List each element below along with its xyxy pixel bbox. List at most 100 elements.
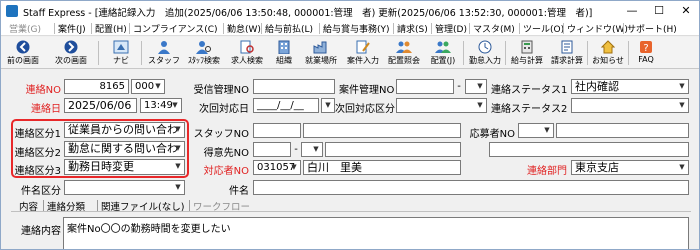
chevron-down-icon: ▼ xyxy=(313,145,319,153)
chevron-down-icon: ▼ xyxy=(325,101,331,109)
contact-date-label: 連絡日 xyxy=(31,104,61,115)
job-search-button[interactable]: 求人検索 xyxy=(227,38,267,68)
menu-window[interactable]: ウィンドウ(W) xyxy=(567,22,628,35)
toolbar-separator xyxy=(505,41,506,65)
svg-text:?: ? xyxy=(643,43,648,54)
menu-bar: 営業(G) 案件(J) 配置(H) コンプライアンス(C) 勤怠(W) 給与前払… xyxy=(1,21,699,36)
contact-no-label: 連絡NO xyxy=(25,85,61,96)
chevron-down-icon: ▼ xyxy=(172,101,178,109)
next-date-picker[interactable]: ▼ xyxy=(321,98,335,113)
organization-button[interactable]: 組織 xyxy=(269,38,299,68)
applicant-no-select[interactable]: ▼ xyxy=(518,123,554,138)
case-mgmt-no-field[interactable] xyxy=(396,79,454,94)
payroll-calc-button[interactable]: 給与計算 xyxy=(508,38,546,68)
next-date-label: 次回対応日 xyxy=(199,104,249,115)
chevron-down-icon: ▼ xyxy=(155,82,161,90)
menu-separator xyxy=(469,23,470,34)
menu-support[interactable]: サポート(H) xyxy=(627,22,677,35)
close-button[interactable]: ✕ xyxy=(673,2,699,20)
menu-tools[interactable]: ツール(O) xyxy=(523,22,564,35)
menu-attendance[interactable]: 勤怠(W) xyxy=(227,22,261,35)
navi-button[interactable]: ナビ xyxy=(104,38,138,68)
content-label: 連絡内容 xyxy=(21,226,61,237)
menu-compliance[interactable]: コンプライアンス(C) xyxy=(133,22,218,35)
menu-separator xyxy=(393,23,394,34)
client-name-field[interactable] xyxy=(325,142,461,157)
responder-no-select[interactable]: 031057 ▼ xyxy=(253,160,301,175)
responder-name-field[interactable]: 白川 里美 xyxy=(303,160,461,175)
chevron-down-icon: ▼ xyxy=(679,82,685,90)
client-no-field[interactable] xyxy=(253,142,291,157)
applicant-no-label: 応募者NO xyxy=(469,129,515,140)
case-mgmt-no-dash: - xyxy=(457,81,461,92)
client-no-suffix-select[interactable]: ▼ xyxy=(301,142,323,157)
window-title: Staff Express - [連絡記録入力 追加(2025/06/06 13… xyxy=(23,8,593,19)
arrow-right-icon xyxy=(63,40,79,54)
status1-select[interactable]: 社内確認 ▼ xyxy=(571,79,689,94)
menu-separator xyxy=(623,23,624,34)
calculator-icon xyxy=(519,40,535,54)
faq-button[interactable]: ? FAQ xyxy=(631,38,661,68)
staff-no-field[interactable] xyxy=(253,123,301,138)
subject-field[interactable] xyxy=(253,180,689,195)
toolbar-separator xyxy=(587,41,588,65)
menu-admin[interactable]: 管理(D) xyxy=(435,22,467,35)
next-date-field[interactable]: ____/__/__ xyxy=(253,98,319,113)
status2-select[interactable]: ▼ xyxy=(571,98,689,113)
department-label: 連絡部門 xyxy=(527,166,567,177)
attendance-input-button[interactable]: 勤怠入力 xyxy=(466,38,504,68)
document-search-icon xyxy=(239,40,255,54)
billing-calc-button[interactable]: 請求計算 xyxy=(548,38,586,68)
menu-separator xyxy=(319,23,320,34)
title-bar: Staff Express - [連絡記録入力 追加(2025/06/06 13… xyxy=(1,1,699,21)
factory-icon xyxy=(313,40,329,54)
menu-billing[interactable]: 請求(S) xyxy=(397,22,428,35)
staff-button[interactable]: スタッフ xyxy=(146,38,182,68)
person-icon xyxy=(156,40,172,54)
contact-no-field[interactable]: 8165 xyxy=(64,79,129,94)
minimize-button[interactable]: — xyxy=(619,2,645,20)
staff-search-button[interactable]: ｽﾀｯﾌ検索 xyxy=(184,38,224,68)
contact-date-field[interactable]: 2025/06/06 xyxy=(64,98,137,113)
menu-advance-pay[interactable]: 給与前払(L) xyxy=(265,22,313,35)
assignment-inquiry-button[interactable]: 配置照会 xyxy=(385,38,423,68)
prev-screen-button[interactable]: 前の画面 xyxy=(3,38,43,68)
tab-underline xyxy=(11,211,691,212)
chevron-down-icon: ▼ xyxy=(175,183,181,191)
tab-separator xyxy=(97,200,98,211)
case-mgmt-no-suffix-select[interactable]: ▼ xyxy=(465,79,487,94)
staff-name-field[interactable] xyxy=(303,123,461,138)
chevron-down-icon: ▼ xyxy=(477,82,483,90)
contact-no-suffix-select[interactable]: 000 ▼ xyxy=(131,79,165,94)
menu-payroll[interactable]: 給与賞与事務(Y) xyxy=(323,22,390,35)
people-search-icon xyxy=(396,40,412,54)
subject-category-label: 件名区分 xyxy=(21,186,61,197)
subject-category-select[interactable]: ▼ xyxy=(64,180,185,195)
content-textarea[interactable]: 案件No〇〇の勤務時間を変更したい xyxy=(63,217,689,249)
menu-cases[interactable]: 案件(J) xyxy=(58,22,86,35)
chevron-down-icon: ▼ xyxy=(679,163,685,171)
workplace-button[interactable]: 就業場所 xyxy=(301,38,341,68)
contact-time-field[interactable]: 13:49 ▼ xyxy=(140,98,182,113)
menu-master[interactable]: マスタ(M) xyxy=(473,22,515,35)
menu-assignment[interactable]: 配置(H) xyxy=(95,22,127,35)
menu-separator xyxy=(519,23,520,34)
client-extra-field[interactable] xyxy=(489,142,689,157)
menu-sales[interactable]: 営業(G) xyxy=(9,22,41,35)
department-select[interactable]: 東京支店 ▼ xyxy=(571,160,689,175)
app-logo-icon xyxy=(6,5,18,17)
next-type-select[interactable]: ▼ xyxy=(396,98,487,113)
next-screen-button[interactable]: 次の画面 xyxy=(51,38,91,68)
chevron-down-icon: ▼ xyxy=(544,126,550,134)
category-highlight-box xyxy=(11,119,189,178)
reception-no-field[interactable] xyxy=(253,79,335,94)
case-input-button[interactable]: 案件入力 xyxy=(343,38,383,68)
people-icon xyxy=(435,40,451,54)
toolbar-separator xyxy=(141,41,142,65)
toolbar-separator xyxy=(463,41,464,65)
assignment-button[interactable]: 配置(J) xyxy=(425,38,461,68)
maximize-button[interactable]: ☐ xyxy=(646,2,672,20)
client-no-dash: - xyxy=(294,144,298,155)
notice-button[interactable]: お知らせ xyxy=(590,38,626,68)
applicant-name-field[interactable] xyxy=(556,123,689,138)
